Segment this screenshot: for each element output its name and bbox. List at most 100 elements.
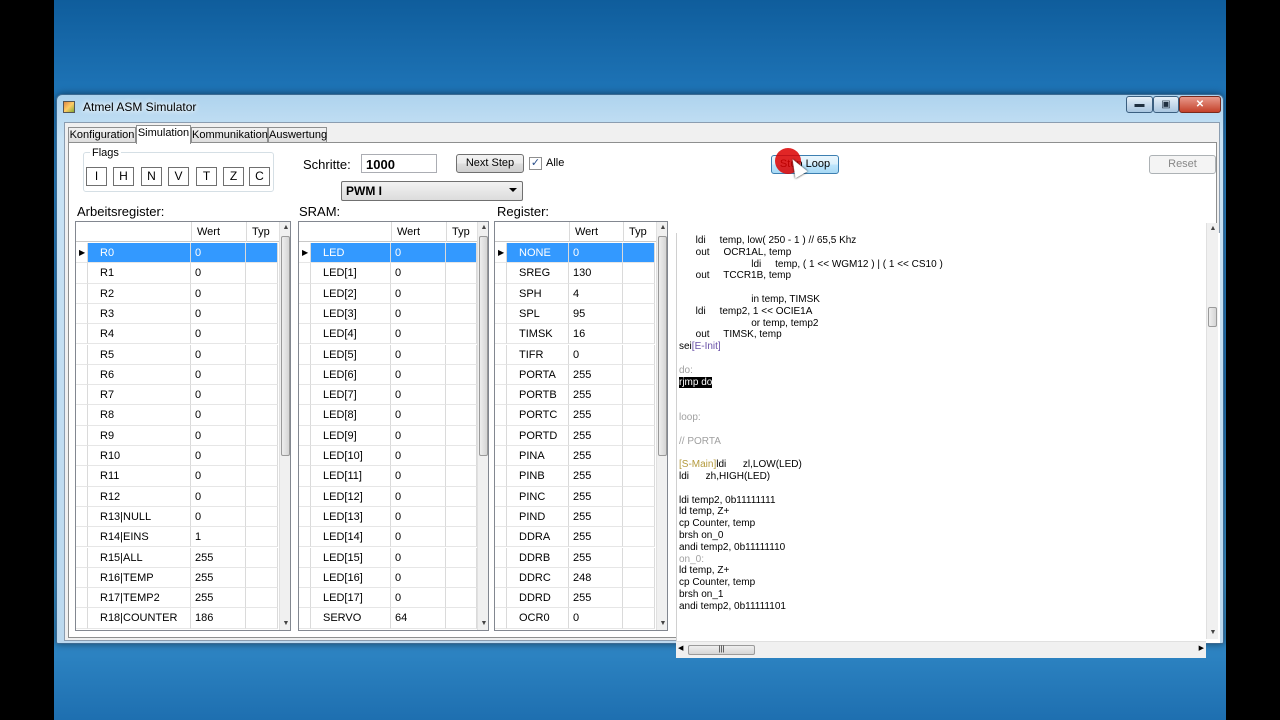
type-cell[interactable] (623, 466, 655, 487)
type-cell[interactable] (623, 547, 655, 568)
table-row[interactable]: LED[2] 0 (299, 283, 478, 304)
value-cell[interactable]: 0 (391, 344, 446, 365)
table-row[interactable]: DDRB 255 (495, 547, 657, 568)
type-cell[interactable] (246, 466, 278, 487)
type-cell[interactable] (623, 527, 655, 548)
row-selector[interactable] (495, 446, 507, 467)
row-selector[interactable] (495, 486, 507, 507)
type-cell[interactable] (246, 263, 278, 284)
value-cell[interactable]: 0 (191, 344, 246, 365)
type-cell[interactable] (623, 425, 655, 446)
tab-simulation[interactable]: Simulation (136, 125, 191, 144)
value-cell[interactable]: 0 (391, 385, 446, 406)
flag-v-button[interactable]: V (168, 167, 189, 186)
table-row[interactable]: R17|TEMP2 255 (76, 588, 280, 609)
value-cell[interactable]: 255 (569, 446, 623, 467)
row-selector[interactable] (76, 283, 88, 304)
maximize-button[interactable]: ▣ (1153, 96, 1179, 113)
value-cell[interactable]: 0 (191, 446, 246, 467)
row-selector[interactable] (76, 608, 88, 629)
type-cell[interactable] (623, 567, 655, 589)
type-cell[interactable] (246, 527, 278, 548)
scroll-up-icon[interactable]: ▲ (478, 222, 488, 234)
column-header-wert[interactable]: Wert (391, 222, 446, 242)
grid-vertical-scrollbar[interactable]: ▲ ▼ (656, 222, 667, 630)
type-cell[interactable] (446, 588, 477, 609)
table-row[interactable]: ▶ LED 0 (299, 243, 478, 264)
table-row[interactable]: PINA 255 (495, 446, 657, 467)
scroll-thumb[interactable] (1208, 307, 1217, 327)
row-selector[interactable] (76, 263, 88, 284)
table-row[interactable]: TIMSK 16 (495, 324, 657, 345)
value-cell[interactable]: 255 (569, 547, 623, 568)
table-row[interactable]: LED[11] 0 (299, 466, 478, 487)
row-selector[interactable] (299, 486, 311, 507)
type-cell[interactable] (246, 243, 278, 264)
type-cell[interactable] (246, 324, 278, 345)
tab-auswertung[interactable]: Auswertung (268, 127, 327, 143)
row-selector[interactable] (76, 466, 88, 487)
value-cell[interactable]: 255 (569, 385, 623, 406)
scroll-thumb[interactable] (479, 236, 488, 456)
reset-button[interactable]: Reset (1149, 155, 1216, 174)
table-row[interactable]: ▶ NONE 0 (495, 243, 657, 264)
value-cell[interactable]: 0 (391, 405, 446, 426)
next-step-button[interactable]: Next Step (456, 154, 524, 173)
scroll-up-icon[interactable]: ▲ (657, 222, 667, 234)
type-cell[interactable] (246, 405, 278, 426)
value-cell[interactable]: 255 (569, 527, 623, 548)
table-row[interactable]: R13|NULL 0 (76, 506, 280, 528)
value-cell[interactable]: 0 (391, 364, 446, 386)
row-selector[interactable] (495, 547, 507, 568)
row-selector[interactable] (299, 547, 311, 568)
value-cell[interactable]: 186 (191, 608, 246, 629)
row-selector[interactable] (495, 344, 507, 365)
table-row[interactable]: LED[14] 0 (299, 527, 478, 548)
row-selector[interactable] (495, 364, 507, 386)
type-cell[interactable] (246, 364, 278, 386)
value-cell[interactable]: 0 (391, 263, 446, 284)
value-cell[interactable]: 255 (191, 588, 246, 609)
scroll-left-icon[interactable]: ◀ (678, 644, 683, 652)
table-row[interactable]: DDRA 255 (495, 527, 657, 548)
table-row[interactable]: R5 0 (76, 344, 280, 365)
type-cell[interactable] (446, 608, 477, 629)
row-selector[interactable] (76, 567, 88, 589)
value-cell[interactable]: 0 (391, 506, 446, 528)
column-header-wert[interactable]: Wert (569, 222, 623, 242)
table-row[interactable]: LED[9] 0 (299, 425, 478, 446)
value-cell[interactable]: 0 (191, 425, 246, 446)
row-selector[interactable] (299, 364, 311, 386)
value-cell[interactable]: 95 (569, 303, 623, 325)
table-row[interactable]: DDRD 255 (495, 588, 657, 609)
column-header-typ[interactable]: Typ (623, 222, 655, 242)
type-cell[interactable] (446, 283, 477, 304)
row-selector[interactable] (76, 547, 88, 568)
value-cell[interactable]: 0 (191, 486, 246, 507)
type-cell[interactable] (246, 608, 278, 629)
type-cell[interactable] (246, 486, 278, 507)
table-row[interactable]: R6 0 (76, 364, 280, 386)
column-header-typ[interactable]: Typ (446, 222, 477, 242)
value-cell[interactable]: 0 (391, 547, 446, 568)
value-cell[interactable]: 255 (569, 425, 623, 446)
row-selector[interactable] (299, 283, 311, 304)
table-row[interactable]: PINC 255 (495, 486, 657, 507)
type-cell[interactable] (246, 425, 278, 446)
value-cell[interactable]: 0 (391, 425, 446, 446)
table-row[interactable]: DDRC 248 (495, 567, 657, 589)
table-row[interactable]: R11 0 (76, 466, 280, 487)
row-selector[interactable] (299, 466, 311, 487)
type-cell[interactable] (446, 243, 477, 264)
table-row[interactable]: TIFR 0 (495, 344, 657, 365)
table-row[interactable]: R18|COUNTER 186 (76, 608, 280, 629)
row-selector[interactable] (76, 405, 88, 426)
row-selector[interactable] (76, 344, 88, 365)
table-row[interactable]: ▶ R0 0 (76, 243, 280, 264)
value-cell[interactable]: 255 (569, 405, 623, 426)
scroll-down-icon[interactable]: ▼ (280, 618, 290, 630)
mode-combobox[interactable]: PWM I (341, 181, 523, 201)
value-cell[interactable]: 255 (569, 486, 623, 507)
value-cell[interactable]: 0 (391, 567, 446, 589)
steps-input[interactable]: 1000 (361, 154, 437, 173)
